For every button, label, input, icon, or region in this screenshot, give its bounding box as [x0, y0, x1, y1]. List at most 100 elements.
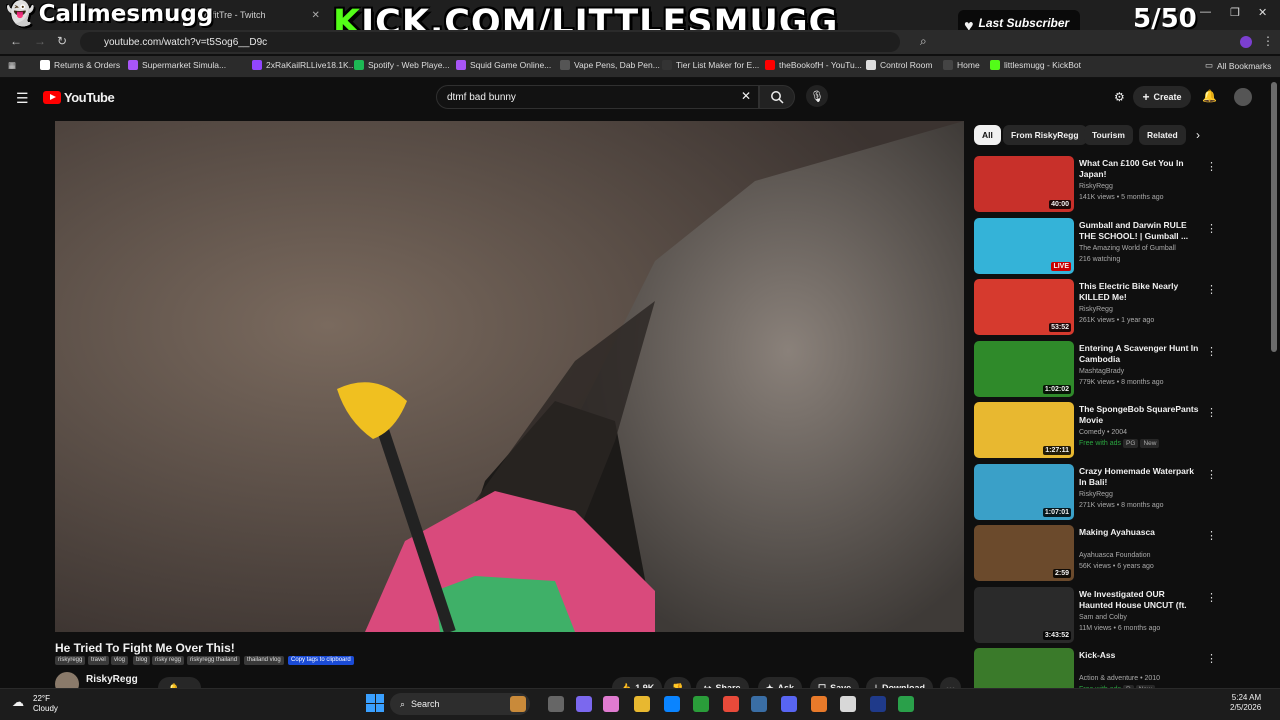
- minimize-icon[interactable]: —: [1200, 6, 1211, 18]
- video-tag[interactable]: vlog: [111, 656, 129, 665]
- video-tag[interactable]: risky regg: [152, 656, 185, 665]
- recommendation-item[interactable]: 1:27:11 The SpongeBob SquarePants Movie Co…: [974, 402, 1217, 460]
- chrome-menu-icon[interactable]: ⋮: [1262, 34, 1274, 48]
- channel-name[interactable]: RiskyRegg: [86, 674, 138, 685]
- bookmark-item[interactable]: Tier List Maker for E...: [662, 60, 759, 70]
- recommendation-channel[interactable]: Sam and Colby: [1079, 614, 1127, 621]
- recommendation-title[interactable]: The SpongeBob SquarePants Movie: [1079, 404, 1199, 426]
- recommendation-title[interactable]: What Can £100 Get You In Japan!: [1079, 158, 1199, 180]
- more-options-icon[interactable]: ⋮: [1206, 345, 1217, 358]
- notepad-icon[interactable]: [840, 696, 856, 712]
- recommendation-title[interactable]: Entering A Scavenger Hunt In Cambodia: [1079, 343, 1199, 365]
- recommendation-title[interactable]: Making Ayahuasca: [1079, 527, 1199, 538]
- more-options-icon[interactable]: ⋮: [1206, 283, 1217, 296]
- bookmark-item[interactable]: Home: [943, 60, 980, 70]
- recommendation-title[interactable]: Crazy Homemade Waterpark In Bali!: [1079, 466, 1199, 488]
- bookmark-item[interactable]: littlesmugg - KickBot: [990, 60, 1081, 70]
- bookmark-item[interactable]: 2xRaKailRLLive18.1K...: [252, 60, 356, 70]
- recommendation-title[interactable]: This Electric Bike Nearly KILLED Me!: [1079, 281, 1199, 303]
- close-window-icon[interactable]: ✕: [1258, 6, 1267, 19]
- recommendation-title[interactable]: We Investigated OUR Haunted House UNCUT …: [1079, 589, 1199, 613]
- windows-start-icon[interactable]: [366, 694, 384, 712]
- reload-icon[interactable]: ↻: [57, 34, 67, 48]
- recommendation-thumbnail[interactable]: 1:27:11: [974, 402, 1074, 458]
- video-tag[interactable]: thailand vlog: [244, 656, 284, 665]
- copy-tags-button[interactable]: Copy tags to clipboard: [288, 656, 354, 665]
- recommendation-channel[interactable]: Comedy • 2004: [1079, 429, 1127, 436]
- recommendation-thumbnail[interactable]: 3:43:52: [974, 586, 1074, 643]
- teams-icon[interactable]: [576, 696, 592, 712]
- video-tag[interactable]: riskyregg thailand: [187, 656, 241, 665]
- recommendation-thumbnail[interactable]: 1:07:01: [974, 463, 1074, 520]
- forward-icon[interactable]: →: [34, 34, 46, 48]
- more-options-icon[interactable]: ⋮: [1206, 160, 1217, 173]
- recommendation-channel[interactable]: The Amazing World of Gumball: [1079, 245, 1176, 252]
- more-options-icon[interactable]: ⋮: [1206, 406, 1217, 419]
- bookmark-item[interactable]: Spotify - Web Playe...: [354, 60, 450, 70]
- account-avatar[interactable]: [1234, 88, 1252, 106]
- more-options-icon[interactable]: ⋮: [1206, 529, 1217, 542]
- filter-chip[interactable]: Related: [1139, 125, 1186, 145]
- recommendation-thumbnail[interactable]: 53:52: [974, 279, 1074, 335]
- bookmark-item[interactable]: Vape Pens, Dab Pen...: [560, 60, 660, 70]
- store-icon[interactable]: [693, 696, 709, 712]
- bookmark-item[interactable]: theBookofH - YouTu...: [765, 60, 862, 70]
- photoshop-icon[interactable]: [870, 696, 886, 712]
- more-options-icon[interactable]: ⋮: [1206, 591, 1217, 604]
- recommendation-thumbnail[interactable]: 2:59: [974, 525, 1074, 581]
- hamburger-menu-icon[interactable]: ☰: [16, 90, 29, 107]
- recommendation-channel[interactable]: Action & adventure • 2010: [1079, 675, 1160, 682]
- system-clock[interactable]: 5:24 AM 2/5/2026: [1230, 693, 1261, 713]
- recommendation-thumbnail[interactable]: LIVE: [974, 217, 1074, 274]
- copilot-icon[interactable]: [603, 696, 619, 712]
- bookmark-item[interactable]: Supermarket Simula...: [128, 60, 226, 70]
- more-options-icon[interactable]: ⋮: [1206, 468, 1217, 481]
- recommendation-item[interactable]: 2:59 Making Ayahuasca Ayahuasca Foundation…: [974, 525, 1217, 583]
- bookmark-item[interactable]: Squid Game Online...: [456, 60, 551, 70]
- filter-chip[interactable]: All: [974, 125, 1001, 145]
- voice-search-button[interactable]: 🎙: [806, 85, 828, 107]
- search-button[interactable]: [759, 85, 795, 109]
- video-tag[interactable]: riskyregg: [55, 656, 86, 665]
- file-explorer-icon[interactable]: [634, 696, 650, 712]
- vlc-icon[interactable]: [811, 696, 827, 712]
- filter-chip[interactable]: Tourism: [1084, 125, 1133, 145]
- back-icon[interactable]: ←: [10, 34, 22, 48]
- game-icon[interactable]: [510, 696, 526, 712]
- recommendation-item[interactable]: LIVE Gumball and Darwin RULE THE SCHOOL! …: [974, 217, 1217, 276]
- recommendation-channel[interactable]: RiskyRegg: [1079, 183, 1113, 190]
- edge-icon[interactable]: [664, 696, 680, 712]
- recommendation-channel[interactable]: MashtagBrady: [1079, 368, 1124, 375]
- video-tag[interactable]: blog: [133, 656, 151, 665]
- cast-icon[interactable]: ⚙: [1114, 90, 1125, 104]
- video-player[interactable]: [55, 121, 964, 632]
- scrollbar[interactable]: [1271, 82, 1277, 352]
- bookmark-item[interactable]: Returns & Orders: [40, 60, 120, 70]
- search-input[interactable]: dtmf bad bunny: [436, 85, 759, 109]
- recommendation-item[interactable]: 3:43:52 We Investigated OUR Haunted House…: [974, 586, 1217, 645]
- more-options-icon[interactable]: ⋮: [1206, 652, 1217, 665]
- recommendation-item[interactable]: 1:07:01 Crazy Homemade Waterpark In Bali!…: [974, 463, 1217, 522]
- notifications-bell-icon[interactable]: 🔔: [1202, 89, 1217, 103]
- address-bar[interactable]: youtube.com/watch?v=t5Sog6__D9c: [80, 32, 900, 52]
- zoom-icon[interactable]: ⌕: [920, 34, 927, 49]
- bookmark-item[interactable]: Control Room: [866, 60, 932, 70]
- steam-icon[interactable]: [751, 696, 767, 712]
- taskbar-search[interactable]: ⌕ Search: [390, 693, 530, 715]
- chevron-right-icon[interactable]: ›: [1196, 128, 1200, 142]
- discord-icon[interactable]: [781, 696, 797, 712]
- more-options-icon[interactable]: ⋮: [1206, 222, 1217, 235]
- create-button[interactable]: + Create: [1133, 86, 1191, 108]
- close-tab-icon[interactable]: ✕: [312, 10, 320, 21]
- apps-icon[interactable]: ▦: [8, 60, 16, 71]
- recommendation-channel[interactable]: RiskyRegg: [1079, 306, 1113, 313]
- all-bookmarks[interactable]: ▭ All Bookmarks: [1205, 60, 1271, 71]
- recommendation-title[interactable]: Kick-Ass: [1079, 650, 1199, 661]
- clear-search-icon[interactable]: ✕: [741, 89, 751, 103]
- youtube-logo[interactable]: YouTube: [43, 90, 115, 105]
- maximize-icon[interactable]: ❐: [1230, 6, 1240, 19]
- recommendation-thumbnail[interactable]: 40:00: [974, 156, 1074, 212]
- recommendation-channel[interactable]: RiskyRegg: [1079, 491, 1113, 498]
- video-tag[interactable]: travel: [88, 656, 109, 665]
- recommendation-thumbnail[interactable]: 1:02:02: [974, 340, 1074, 397]
